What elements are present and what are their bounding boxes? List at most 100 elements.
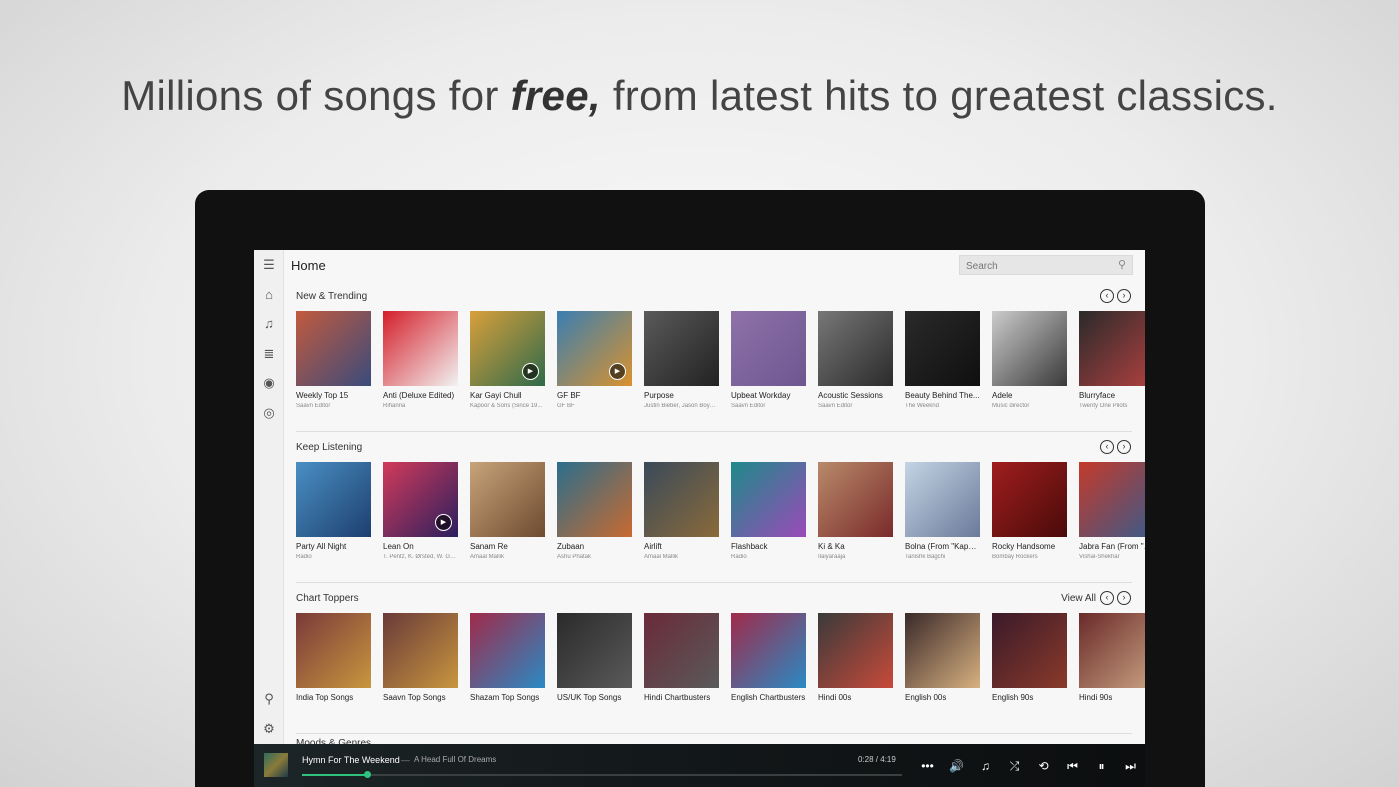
album-art[interactable] — [992, 311, 1067, 386]
album-art[interactable] — [1079, 311, 1145, 386]
album-art[interactable] — [905, 462, 980, 537]
album-card[interactable]: Rocky Handsome Bombay Rockers — [992, 462, 1067, 560]
album-card[interactable]: Sanam Re Amaal Mallik — [470, 462, 545, 560]
album-card[interactable]: Weekly Top 15 Saavn Editor — [296, 311, 371, 409]
album-art[interactable] — [992, 462, 1067, 537]
album-art[interactable] — [644, 311, 719, 386]
gear-icon[interactable]: ⚙ — [260, 720, 278, 738]
album-card[interactable]: ▶ GF BF GF BF — [557, 311, 632, 409]
album-art[interactable] — [1079, 613, 1145, 688]
album-card[interactable]: Hindi 00s — [818, 613, 893, 702]
compass-icon[interactable]: ◎ — [260, 404, 278, 422]
album-art[interactable] — [905, 613, 980, 688]
album-name[interactable]: Sanam Re — [470, 542, 545, 551]
more-icon[interactable]: ••• — [918, 758, 937, 774]
album-art[interactable] — [383, 613, 458, 688]
album-art[interactable]: ▶ — [557, 311, 632, 386]
album-card[interactable]: Purpose Justin Bieber, Jason Boyd,... — [644, 311, 719, 409]
album-card[interactable]: Party All Night Radio — [296, 462, 371, 560]
album-name[interactable]: Rocky Handsome — [992, 542, 1067, 551]
album-card[interactable]: Airlift Amaal Mallik — [644, 462, 719, 560]
album-card[interactable]: Upbeat Workday Saavn Editor — [731, 311, 806, 409]
album-name[interactable]: India Top Songs — [296, 693, 371, 702]
album-card[interactable]: US/UK Top Songs — [557, 613, 632, 702]
album-name[interactable]: Zubaan — [557, 542, 632, 551]
album-name[interactable]: Anti (Deluxe Edited) — [383, 391, 458, 400]
album-art[interactable] — [818, 462, 893, 537]
album-art[interactable] — [296, 462, 371, 537]
home-icon[interactable]: ⌂ — [260, 286, 278, 304]
album-art[interactable] — [383, 311, 458, 386]
album-name[interactable]: English Chartbusters — [731, 693, 806, 702]
now-playing-artwork[interactable] — [264, 753, 288, 777]
queue-icon[interactable]: ♫ — [976, 758, 995, 774]
album-name[interactable]: Lean On — [383, 542, 458, 551]
album-card[interactable]: Bolna (From "Kapoor... Tanishk Bagchi — [905, 462, 980, 560]
album-name[interactable]: Hindi Chartbusters — [644, 693, 719, 702]
album-art[interactable] — [557, 462, 632, 537]
album-art[interactable] — [905, 311, 980, 386]
album-card[interactable]: Jabra Fan (From "Fan") Vishal-Shekhar — [1079, 462, 1145, 560]
album-card[interactable]: Ki & Ka Ilaiyaraaja — [818, 462, 893, 560]
album-art[interactable] — [731, 311, 806, 386]
album-card[interactable]: Beauty Behind The... The Weeknd — [905, 311, 980, 409]
album-name[interactable]: Blurryface — [1079, 391, 1145, 400]
album-name[interactable]: Adele — [992, 391, 1067, 400]
pause-icon[interactable]: ⏸ — [1092, 758, 1111, 774]
album-name[interactable]: US/UK Top Songs — [557, 693, 632, 702]
album-name[interactable]: Hindi 90s — [1079, 693, 1145, 702]
album-name[interactable]: Jabra Fan (From "Fan") — [1079, 542, 1145, 551]
album-card[interactable]: ▶ Kar Gayi Chull Kapoor & Sons (Since 19..… — [470, 311, 545, 409]
album-card[interactable]: Hindi Chartbusters — [644, 613, 719, 702]
chevron-left-icon[interactable]: ‹ — [1100, 289, 1114, 303]
play-icon[interactable]: ▶ — [522, 363, 539, 380]
album-name[interactable]: Shazam Top Songs — [470, 693, 545, 702]
album-card[interactable]: Blurryface Twenty One Pilots — [1079, 311, 1145, 409]
album-name[interactable]: Beauty Behind The... — [905, 391, 980, 400]
seek-bar[interactable] — [302, 771, 902, 778]
album-name[interactable]: Acoustic Sessions — [818, 391, 893, 400]
chevron-right-icon[interactable]: › — [1117, 591, 1131, 605]
chevron-left-icon[interactable]: ‹ — [1100, 591, 1114, 605]
album-art[interactable]: ▶ — [383, 462, 458, 537]
album-card[interactable]: English Chartbusters — [731, 613, 806, 702]
album-card[interactable]: Anti (Deluxe Edited) Rihanna — [383, 311, 458, 409]
album-name[interactable]: English 00s — [905, 693, 980, 702]
album-name[interactable]: Bolna (From "Kapoor... — [905, 542, 980, 551]
now-playing-album[interactable]: A Head Full Of Dreams — [414, 755, 496, 764]
album-name[interactable]: Flashback — [731, 542, 806, 551]
album-art[interactable] — [470, 613, 545, 688]
album-card[interactable]: Zubaan Ashu Phatak — [557, 462, 632, 560]
volume-icon[interactable]: 🔊 — [947, 758, 966, 774]
playlist-icon[interactable]: ≣ — [260, 345, 278, 363]
album-card[interactable]: English 90s — [992, 613, 1067, 702]
radio-icon[interactable]: ◉ — [260, 374, 278, 392]
album-art[interactable] — [644, 613, 719, 688]
repeat-icon[interactable]: ⟲ — [1034, 758, 1053, 774]
music-note-icon[interactable]: ♫ — [260, 315, 278, 333]
album-name[interactable]: English 90s — [992, 693, 1067, 702]
chevron-right-icon[interactable]: › — [1117, 440, 1131, 454]
album-art[interactable] — [470, 462, 545, 537]
album-name[interactable]: Purpose — [644, 391, 719, 400]
album-art[interactable] — [818, 613, 893, 688]
album-art[interactable] — [731, 462, 806, 537]
album-name[interactable]: Party All Night — [296, 542, 371, 551]
album-card[interactable]: Flashback Radio — [731, 462, 806, 560]
album-name[interactable]: Hindi 00s — [818, 693, 893, 702]
album-card[interactable]: English 00s — [905, 613, 980, 702]
hamburger-menu-icon[interactable]: ☰ — [260, 256, 278, 274]
album-card[interactable]: India Top Songs — [296, 613, 371, 702]
album-art[interactable] — [296, 613, 371, 688]
play-icon[interactable]: ▶ — [435, 514, 452, 531]
album-art[interactable] — [296, 311, 371, 386]
album-name[interactable]: Upbeat Workday — [731, 391, 806, 400]
album-card[interactable]: Saavn Top Songs — [383, 613, 458, 702]
chevron-right-icon[interactable]: › — [1117, 289, 1131, 303]
album-art[interactable] — [818, 311, 893, 386]
album-name[interactable]: Ki & Ka — [818, 542, 893, 551]
album-art[interactable] — [992, 613, 1067, 688]
album-card[interactable]: Acoustic Sessions Saavn Editor — [818, 311, 893, 409]
album-art[interactable]: ▶ — [470, 311, 545, 386]
album-art[interactable] — [731, 613, 806, 688]
